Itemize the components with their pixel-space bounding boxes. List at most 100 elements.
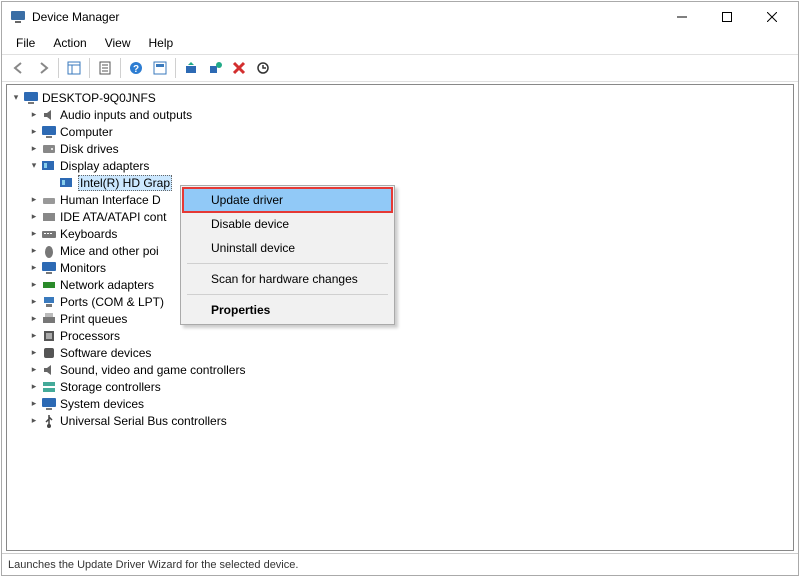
action-button[interactable] [149,57,171,79]
chevron-right-icon[interactable]: ▸ [27,193,41,207]
tree-item-ide[interactable]: ▸IDE ATA/ATAPI cont [7,208,793,225]
window-controls [659,3,794,31]
tree-root-label: DESKTOP-9Q0JNFS [42,91,156,105]
toolbar: ? [2,54,798,82]
audio-icon [41,107,57,123]
toolbar-separator [89,58,90,78]
disable-button[interactable] [228,57,250,79]
statusbar-text: Launches the Update Driver Wizard for th… [8,559,298,571]
statusbar: Launches the Update Driver Wizard for th… [2,553,798,575]
tree-item-computer[interactable]: ▸Computer [7,123,793,140]
context-properties[interactable]: Properties [183,298,392,322]
tree-item-system[interactable]: ▸System devices [7,395,793,412]
back-button[interactable] [8,57,30,79]
chevron-right-icon[interactable]: ▸ [27,329,41,343]
update-driver-button[interactable] [180,57,202,79]
chevron-right-icon[interactable]: ▸ [27,397,41,411]
sound-icon [41,362,57,378]
tree-root[interactable]: ▾ DESKTOP-9Q0JNFS [7,89,793,106]
toolbar-separator [175,58,176,78]
tree-item-ports[interactable]: ▸Ports (COM & LPT) [7,293,793,310]
ports-icon [41,294,57,310]
tree-item-disk[interactable]: ▸Disk drives [7,140,793,157]
cpu-icon [41,328,57,344]
tree-item-usb[interactable]: ▸Universal Serial Bus controllers [7,412,793,429]
hid-icon [41,192,57,208]
chevron-down-icon[interactable]: ▾ [27,159,41,173]
chevron-right-icon[interactable]: ▸ [27,142,41,156]
maximize-button[interactable] [704,3,749,31]
tree-item-sound[interactable]: ▸Sound, video and game controllers [7,361,793,378]
chevron-right-icon[interactable]: ▸ [27,227,41,241]
computer-icon [41,124,57,140]
mouse-icon [41,243,57,259]
selected-device-label: Intel(R) HD Grap [78,175,172,191]
context-menu: Update driver Disable device Uninstall d… [180,185,395,325]
ide-icon [41,209,57,225]
network-icon [41,277,57,293]
tree-item-keyboards[interactable]: ▸Keyboards [7,225,793,242]
forward-button[interactable] [32,57,54,79]
printer-icon [41,311,57,327]
chevron-right-icon[interactable]: ▸ [27,414,41,428]
device-manager-window: Device Manager File Action View Help ? ▾ [1,1,799,576]
app-icon [10,9,26,25]
chevron-right-icon[interactable]: ▸ [27,295,41,309]
chevron-right-icon[interactable]: ▸ [27,244,41,258]
menu-view[interactable]: View [99,34,137,52]
window-title: Device Manager [32,10,659,24]
properties-button[interactable] [94,57,116,79]
minimize-button[interactable] [659,3,704,31]
menu-file[interactable]: File [10,34,41,52]
computer-icon [23,90,39,106]
usb-icon [41,413,57,429]
chevron-right-icon[interactable]: ▸ [27,278,41,292]
tree-item-monitors[interactable]: ▸Monitors [7,259,793,276]
tree-item-printqueues[interactable]: ▸Print queues [7,310,793,327]
device-tree[interactable]: ▾ DESKTOP-9Q0JNFS ▸Audio inputs and outp… [6,84,794,551]
titlebar[interactable]: Device Manager [2,2,798,32]
tree-item-storage[interactable]: ▸Storage controllers [7,378,793,395]
show-hide-tree-button[interactable] [63,57,85,79]
storage-icon [41,379,57,395]
svg-text:?: ? [133,64,139,75]
tree-item-softwaredevices[interactable]: ▸Software devices [7,344,793,361]
close-button[interactable] [749,3,794,31]
tree-item-hid[interactable]: ▸Human Interface D [7,191,793,208]
scan-hardware-button[interactable] [252,57,274,79]
display-adapter-icon [41,158,57,174]
tree-item-audio[interactable]: ▸Audio inputs and outputs [7,106,793,123]
context-separator [187,294,388,295]
menubar: File Action View Help [2,32,798,54]
monitor-icon [41,260,57,276]
uninstall-button[interactable] [204,57,226,79]
keyboard-icon [41,226,57,242]
chevron-right-icon[interactable]: ▸ [27,380,41,394]
context-scan-hardware[interactable]: Scan for hardware changes [183,267,392,291]
toolbar-separator [58,58,59,78]
chevron-right-icon[interactable]: ▸ [27,261,41,275]
chevron-right-icon[interactable]: ▸ [27,363,41,377]
menu-action[interactable]: Action [47,34,92,52]
chevron-right-icon[interactable]: ▸ [27,312,41,326]
tree-item-mice[interactable]: ▸Mice and other poi [7,242,793,259]
chevron-right-icon[interactable]: ▸ [27,346,41,360]
tree-item-intel-hd[interactable]: ▸Intel(R) HD Grap [7,174,793,191]
display-adapter-icon [59,175,75,191]
context-uninstall-device[interactable]: Uninstall device [183,236,392,260]
tree-item-processors[interactable]: ▸Processors [7,327,793,344]
chevron-right-icon[interactable]: ▸ [27,125,41,139]
system-icon [41,396,57,412]
menu-help[interactable]: Help [143,34,180,52]
software-device-icon [41,345,57,361]
context-separator [187,263,388,264]
context-update-driver[interactable]: Update driver [183,188,392,212]
help-button[interactable]: ? [125,57,147,79]
chevron-right-icon[interactable]: ▸ [27,108,41,122]
chevron-down-icon[interactable]: ▾ [9,91,23,105]
tree-item-network[interactable]: ▸Network adapters [7,276,793,293]
toolbar-separator [120,58,121,78]
context-disable-device[interactable]: Disable device [183,212,392,236]
chevron-right-icon[interactable]: ▸ [27,210,41,224]
tree-item-display[interactable]: ▾Display adapters [7,157,793,174]
